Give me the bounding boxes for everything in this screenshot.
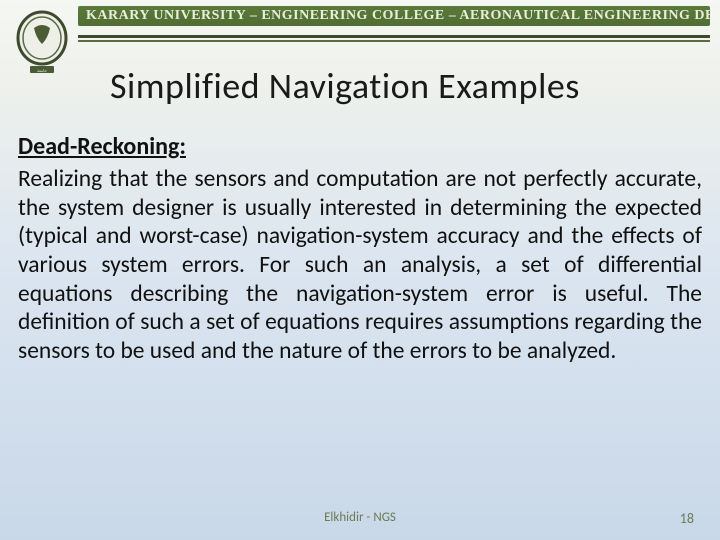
content: Dead-Reckoning: Realizing that the senso… (18, 132, 702, 366)
header-rules (78, 35, 710, 42)
section-body: Realizing that the sensors and computati… (18, 165, 702, 366)
title-area: Simplified Navigation Examples (110, 64, 700, 108)
page-title: Simplified Navigation Examples (110, 64, 700, 108)
footer-author: Elkhidir - NGS (324, 510, 396, 525)
page-number: 18 (680, 510, 694, 527)
header-bar: KARARY UNIVERSITY – ENGINEERING COLLEGE … (0, 0, 720, 42)
section-heading: Dead-Reckoning: (18, 132, 702, 161)
svg-text:جامعة: جامعة (37, 68, 47, 73)
banner-text: KARARY UNIVERSITY – ENGINEERING COLLEGE … (78, 6, 710, 26)
footer: Elkhidir - NGS 18 (0, 510, 720, 530)
